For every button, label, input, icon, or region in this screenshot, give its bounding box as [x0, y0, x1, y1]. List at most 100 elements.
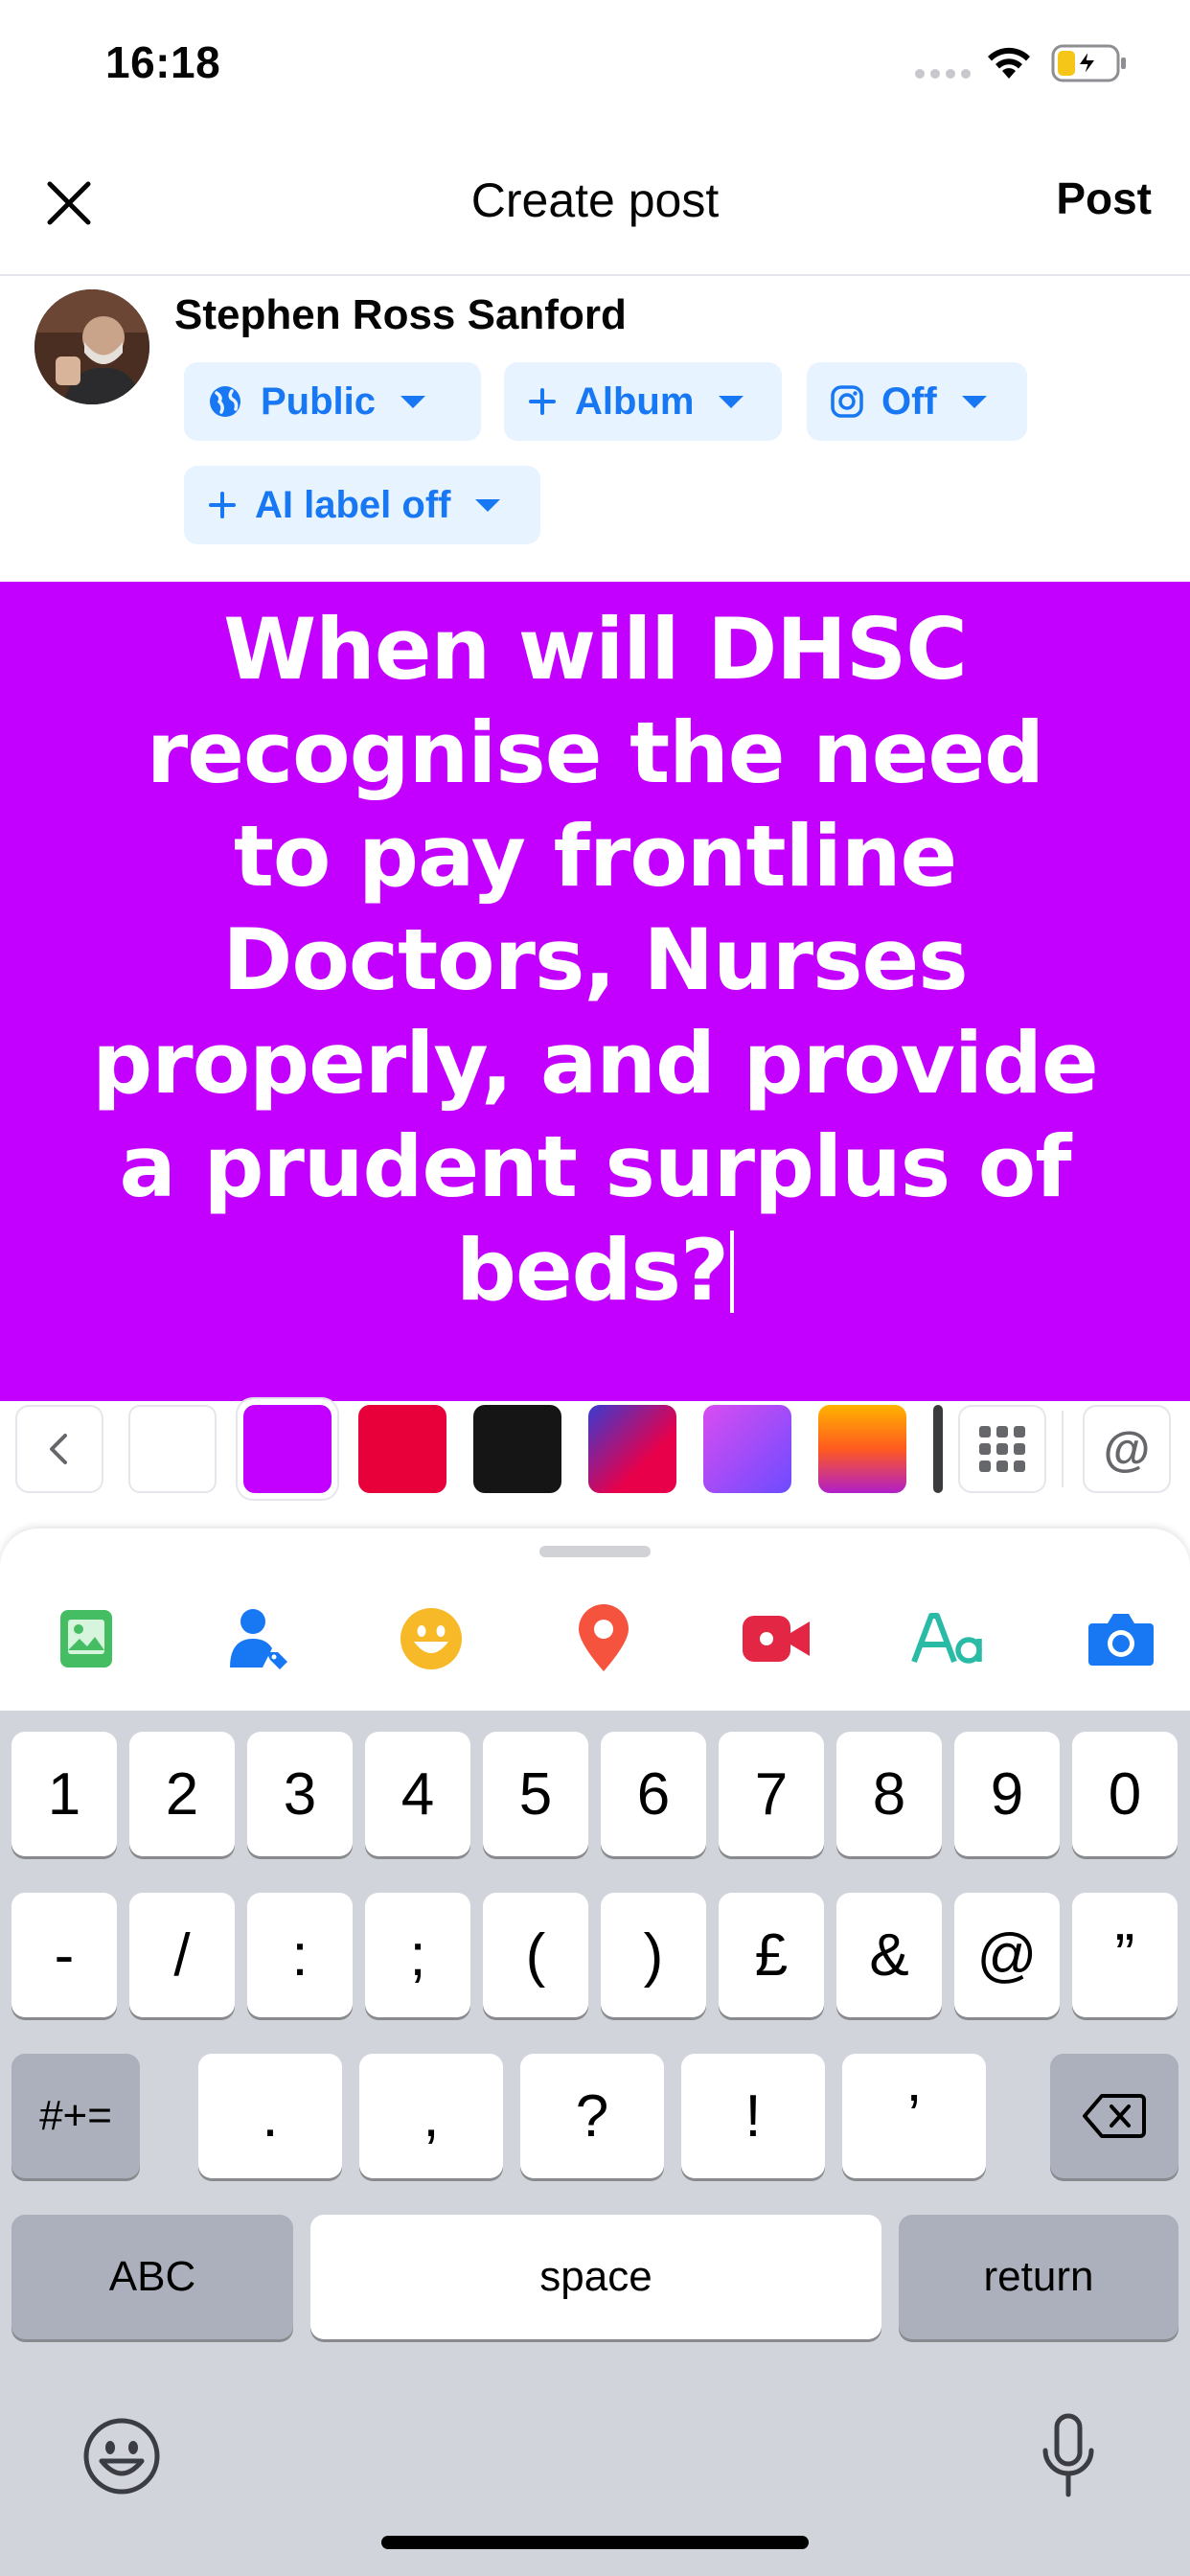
space-key[interactable]: space [310, 2215, 881, 2339]
text-style-button[interactable] [905, 1596, 992, 1682]
live-video-icon [743, 1616, 810, 1662]
wifi-icon [988, 47, 1030, 79]
background-picker: @ [0, 1399, 1190, 1499]
key-apostrophe[interactable]: ’ [842, 2054, 986, 2178]
key-at[interactable]: @ [954, 1893, 1060, 2017]
collapse-picker-button[interactable] [15, 1405, 103, 1493]
backspace-key[interactable] [1050, 2054, 1179, 2178]
home-indicator[interactable] [381, 2536, 809, 2549]
key-0[interactable]: 0 [1072, 1732, 1178, 1856]
post-composer[interactable]: When will DHSC recognise the need to pay… [0, 582, 1190, 1406]
backspace-icon [1083, 2094, 1146, 2138]
instagram-share-toggle[interactable]: Off [807, 362, 1027, 441]
key-3[interactable]: 3 [247, 1732, 353, 1856]
text-style-icon [911, 1613, 982, 1664]
key-pound[interactable]: £ [719, 1893, 824, 2017]
swatch-gradient-red-blue[interactable] [588, 1405, 676, 1493]
battery-charging-icon [1051, 44, 1126, 82]
emoji-keyboard-button[interactable] [80, 2415, 163, 2497]
swatch-gradient-purple[interactable] [703, 1405, 791, 1493]
drag-handle[interactable] [539, 1546, 651, 1557]
post-button[interactable]: Post [1056, 172, 1152, 224]
create-post-header: Create post Post [0, 134, 1190, 276]
author-section: Stephen Ross Sanford Public Album Off AI… [0, 278, 1190, 580]
key-open-paren[interactable]: ( [483, 1893, 588, 2017]
page-title: Create post [470, 173, 720, 227]
key-6[interactable]: 6 [601, 1732, 706, 1856]
camera-button[interactable] [1078, 1596, 1164, 1682]
divider [1062, 1411, 1064, 1487]
swatch-purple[interactable] [238, 1399, 337, 1499]
album-label: Album [575, 380, 695, 423]
instagram-label: Off [881, 380, 937, 423]
swatch-black[interactable] [473, 1405, 561, 1493]
key-exclamation[interactable]: ! [681, 2054, 825, 2178]
chevron-left-icon [50, 1434, 67, 1464]
plus-icon [529, 388, 556, 415]
key-colon[interactable]: : [247, 1893, 353, 2017]
key-symbols[interactable]: #+= [11, 2054, 140, 2178]
feeling-icon [400, 1608, 462, 1669]
status-bar: 16:18 [0, 0, 1190, 134]
microphone-icon [1042, 2413, 1094, 2497]
chevron-down-icon [475, 498, 501, 512]
key-comma[interactable]: , [359, 2054, 503, 2178]
key-slash[interactable]: / [129, 1893, 235, 2017]
more-backgrounds-button[interactable] [958, 1405, 1046, 1493]
key-2[interactable]: 2 [129, 1732, 235, 1856]
key-semicolon[interactable]: ; [365, 1893, 470, 2017]
album-selector[interactable]: Album [504, 362, 782, 441]
ai-label-text: AI label off [255, 483, 451, 526]
key-close-paren[interactable]: ) [601, 1893, 706, 2017]
key-period[interactable]: . [198, 2054, 342, 2178]
photo-button[interactable] [43, 1596, 129, 1682]
location-button[interactable] [561, 1596, 647, 1682]
post-text-input[interactable]: When will DHSC recognise the need to pay… [87, 598, 1103, 1322]
instagram-icon [831, 385, 863, 418]
return-key[interactable]: return [899, 2215, 1179, 2339]
chevron-down-icon [961, 395, 987, 408]
chevron-down-icon [719, 395, 744, 408]
numeric-keyboard: 1 2 3 4 5 6 7 8 9 0 - / : ; ( ) £ & @ ” … [0, 1711, 1190, 2576]
location-icon [579, 1604, 629, 1671]
swatch-red[interactable] [358, 1405, 446, 1493]
mention-button[interactable]: @ [1083, 1405, 1171, 1493]
audience-selector[interactable]: Public [184, 362, 481, 441]
live-video-button[interactable] [733, 1596, 819, 1682]
status-time: 16:18 [105, 37, 221, 87]
swatch-partial[interactable] [933, 1405, 943, 1493]
key-1[interactable]: 1 [11, 1732, 117, 1856]
key-ampersand[interactable]: & [836, 1893, 942, 2017]
key-5[interactable]: 5 [483, 1732, 588, 1856]
feeling-button[interactable] [388, 1596, 474, 1682]
emoji-icon [83, 2418, 160, 2495]
avatar[interactable] [34, 289, 149, 404]
key-quote[interactable]: ” [1072, 1893, 1178, 2017]
globe-icon [210, 386, 240, 417]
tag-people-icon [230, 1609, 287, 1669]
tag-people-button[interactable] [216, 1596, 302, 1682]
author-name: Stephen Ross Sanford [174, 291, 627, 338]
photo-icon [60, 1610, 112, 1668]
chevron-down-icon [400, 395, 426, 408]
audience-label: Public [261, 380, 377, 423]
key-7[interactable]: 7 [719, 1732, 824, 1856]
swatch-gradient-orange[interactable] [818, 1405, 906, 1493]
dictation-button[interactable] [1027, 2410, 1110, 2502]
attachment-sheet [0, 1529, 1190, 1711]
key-4[interactable]: 4 [365, 1732, 470, 1856]
at-sign-icon: @ [1103, 1422, 1151, 1476]
plus-icon [209, 492, 236, 518]
grid-icon [979, 1426, 1025, 1472]
camera-icon [1088, 1614, 1154, 1666]
key-8[interactable]: 8 [836, 1732, 942, 1856]
text-cursor [730, 1230, 735, 1313]
key-question[interactable]: ? [520, 2054, 664, 2178]
key-hyphen[interactable]: - [11, 1893, 117, 2017]
key-9[interactable]: 9 [954, 1732, 1060, 1856]
cellular-signal-icon [915, 69, 971, 79]
post-text: When will DHSC recognise the need to pay… [92, 600, 1098, 1320]
key-abc[interactable]: ABC [11, 2215, 293, 2339]
swatch-white[interactable] [128, 1405, 217, 1493]
ai-label-selector[interactable]: AI label off [184, 466, 540, 544]
